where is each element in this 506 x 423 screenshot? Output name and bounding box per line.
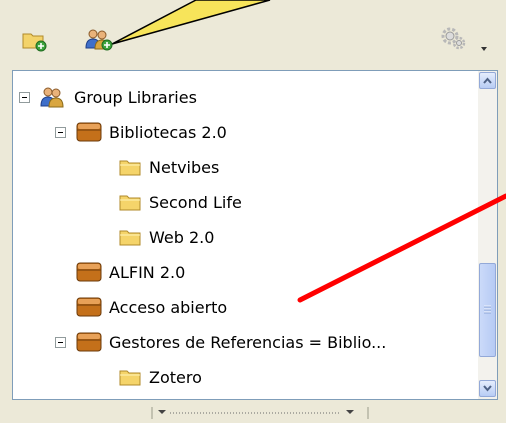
collapse-toggle[interactable] — [55, 336, 66, 348]
tree-item-alfin[interactable]: ALFIN 2.0 — [76, 254, 185, 290]
tree-item-label: Second Life — [149, 192, 242, 212]
library-icon — [76, 331, 102, 353]
tree-item-label: Group Libraries — [74, 87, 197, 107]
tree-item-label: ALFIN 2.0 — [109, 262, 186, 282]
tree-item-label: Acceso abierto — [109, 297, 228, 317]
tree-item-bibliotecas[interactable]: Bibliotecas 2.0 — [55, 114, 227, 150]
tree-item-label: Web 2.0 — [149, 227, 215, 247]
tree-item-label: Zotero — [149, 367, 202, 387]
tree-item-label: Gestores de Referencias = Biblio... — [109, 332, 387, 352]
callout-annotation — [111, 0, 271, 45]
new-collection-icon[interactable] — [22, 30, 48, 52]
tree-item-acceso-abierto[interactable]: Acceso abierto — [76, 289, 227, 325]
folder-icon — [119, 194, 141, 211]
actions-gear-icon[interactable] — [440, 26, 472, 52]
tree-item-group-libraries[interactable]: Group Libraries — [19, 79, 197, 115]
tree-item-gestores[interactable]: Gestores de Referencias = Biblio... — [55, 324, 386, 360]
scroll-up-button[interactable] — [479, 72, 496, 89]
collapse-toggle[interactable] — [19, 91, 30, 103]
new-group-icon[interactable] — [84, 28, 114, 52]
tree-item-web-2-0[interactable]: Web 2.0 — [119, 219, 214, 255]
tree-item-label: Netvibes — [149, 157, 220, 177]
folder-icon — [119, 369, 141, 386]
vertical-scrollbar[interactable] — [478, 71, 497, 399]
pane-splitter[interactable] — [150, 404, 370, 419]
library-icon — [76, 296, 102, 318]
folder-icon — [119, 229, 141, 246]
collapse-toggle[interactable] — [55, 126, 66, 138]
tree-item-netvibes[interactable]: Netvibes — [119, 149, 219, 185]
tree-item-second-life[interactable]: Second Life — [119, 184, 242, 220]
library-icon — [76, 121, 102, 143]
folder-icon — [119, 159, 141, 176]
scroll-down-button[interactable] — [479, 380, 496, 397]
scrollbar-thumb[interactable] — [479, 263, 496, 357]
chevron-down-icon[interactable] — [480, 38, 490, 51]
toolbar — [0, 0, 506, 66]
library-icon — [76, 261, 102, 283]
tree-item-label: Bibliotecas 2.0 — [109, 122, 227, 142]
tree-item-zotero[interactable]: Zotero — [119, 359, 202, 395]
collections-tree[interactable]: Group Libraries Bibliotecas 2.0 Netvibes… — [12, 70, 498, 400]
group-icon — [40, 86, 64, 108]
